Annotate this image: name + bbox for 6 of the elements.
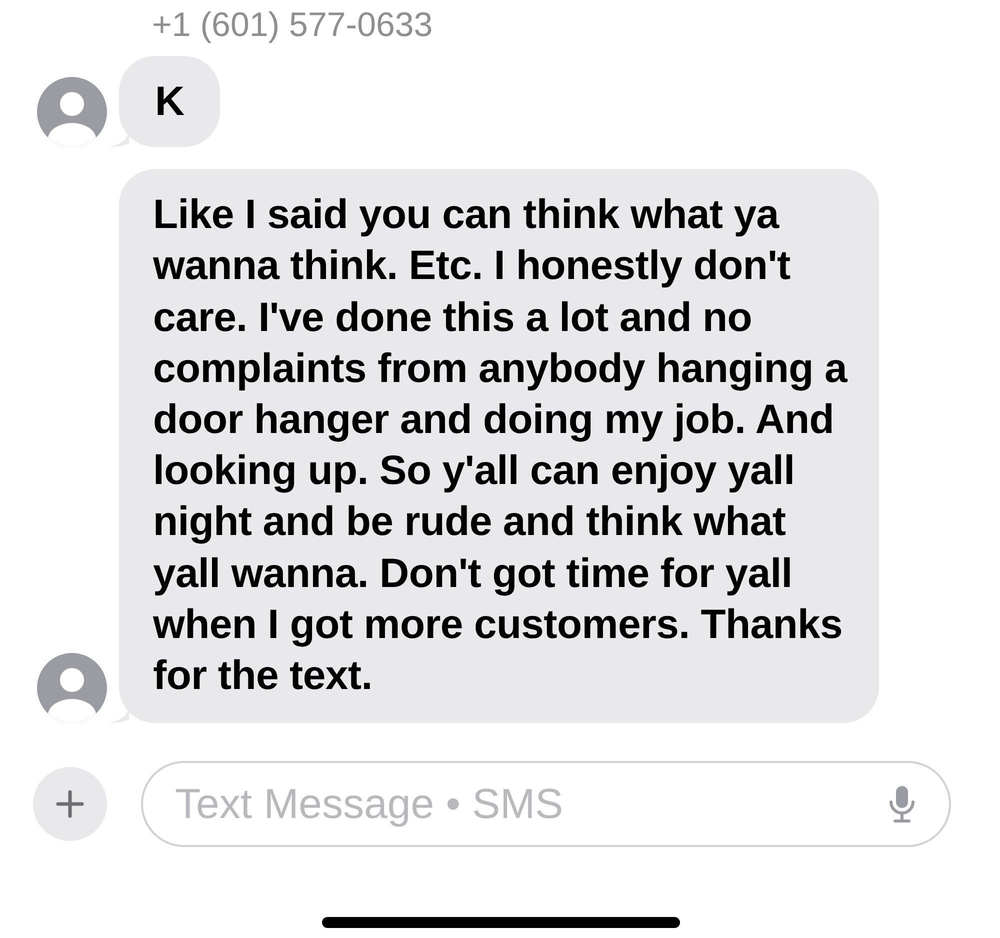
plus-icon bbox=[55, 789, 85, 820]
avatar-icon bbox=[37, 77, 107, 148]
microphone-icon[interactable] bbox=[889, 785, 915, 824]
sender-number: +1 (601) 577-0633 bbox=[152, 6, 434, 46]
message-field[interactable]: Text Message • SMS bbox=[141, 761, 951, 848]
avatar-icon bbox=[37, 653, 107, 724]
